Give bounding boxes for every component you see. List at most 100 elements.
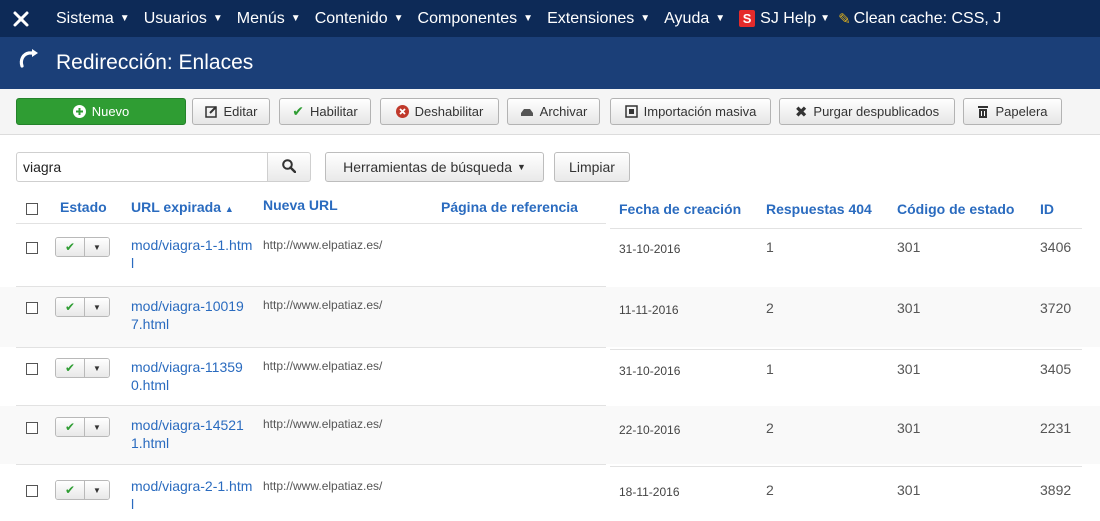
refresh-icon — [17, 48, 41, 79]
caret-down-icon[interactable]: ▼ — [85, 238, 109, 256]
import-icon — [624, 105, 638, 118]
caret-down-icon: ▼ — [516, 162, 526, 172]
hits-cell: 1 — [766, 239, 774, 255]
menu-extensiones[interactable]: Extensiones ▼ — [547, 10, 650, 28]
edit-icon — [204, 105, 218, 118]
disable-button[interactable]: Deshabilitar — [380, 98, 499, 125]
state-toggle[interactable]: ✔ ▼ — [55, 297, 110, 317]
header-expired-url[interactable]: URL expirada ▲ — [131, 199, 234, 215]
row-checkbox[interactable] — [26, 242, 38, 254]
header-created[interactable]: Fecha de creación — [619, 201, 741, 217]
new-url-cell: http://www.elpatiaz.es/ — [263, 298, 383, 312]
hits-cell: 2 — [766, 300, 774, 316]
menu-label: Extensiones — [547, 9, 635, 27]
row-checkbox[interactable] — [26, 363, 38, 375]
x-icon: ✖ — [794, 103, 808, 121]
row-checkbox[interactable] — [26, 302, 38, 314]
enable-button[interactable]: ✔ Habilitar — [279, 98, 371, 125]
caret-down-icon: ▼ — [640, 13, 651, 24]
state-toggle[interactable]: ✔ ▼ — [55, 358, 110, 378]
status-code-cell: 301 — [897, 300, 921, 316]
edit-label: Editar — [223, 104, 258, 119]
search-icon — [282, 158, 297, 176]
edit-button[interactable]: Editar — [192, 98, 270, 125]
clear-button[interactable]: Limpiar — [554, 152, 630, 182]
header-label: Código de estado — [897, 201, 1015, 217]
search-input[interactable] — [16, 152, 268, 182]
joomla-logo-icon[interactable] — [6, 0, 36, 37]
trash-button[interactable]: Papelera — [963, 98, 1062, 125]
menu-label: Sistema — [56, 9, 114, 27]
header-hits[interactable]: Respuestas 404 — [766, 201, 872, 217]
search-button[interactable] — [267, 152, 311, 182]
purge-button[interactable]: ✖ Purgar despublicados — [779, 98, 955, 125]
header-id[interactable]: ID — [1040, 201, 1054, 217]
row-checkbox[interactable] — [26, 422, 38, 434]
sort-asc-icon: ▲ — [224, 204, 234, 214]
new-button[interactable]: Nuevo — [16, 98, 186, 125]
new-url-cell: http://www.elpatiaz.es/ — [263, 417, 383, 431]
caret-down-icon: ▼ — [820, 13, 831, 24]
date-cell: 22-10-2016 — [619, 423, 681, 437]
state-toggle[interactable]: ✔ ▼ — [55, 237, 110, 257]
header-label: Nueva URL — [263, 197, 338, 213]
date-cell: 31-10-2016 — [619, 364, 681, 378]
sj-logo-icon: S — [739, 10, 756, 27]
status-code-cell: 301 — [897, 420, 921, 436]
new-url-cell: http://www.elpatiaz.es/ — [263, 479, 383, 493]
published-check-icon[interactable]: ✔ — [56, 359, 85, 377]
clean-cache-link[interactable]: ✎ Clean cache: CSS, J — [838, 10, 1001, 28]
select-all-checkbox[interactable] — [26, 203, 38, 215]
id-cell: 3406 — [1040, 239, 1072, 255]
caret-down-icon[interactable]: ▼ — [85, 359, 109, 377]
published-check-icon[interactable]: ✔ — [56, 238, 85, 256]
published-check-icon[interactable]: ✔ — [56, 481, 85, 499]
header-referer[interactable]: Página de referencia — [441, 199, 578, 215]
expired-url-link[interactable]: mod/viagra-145211.html — [131, 416, 253, 452]
search-tools-button[interactable]: Herramientas de búsqueda ▼ — [325, 152, 544, 182]
caret-down-icon: ▼ — [523, 13, 534, 24]
new-url-cell: http://www.elpatiaz.es/ — [263, 359, 383, 373]
header-label: Página de referencia — [441, 199, 578, 215]
trash-label: Papelera — [995, 104, 1048, 119]
page-header: Redirección: Enlaces — [0, 37, 1100, 89]
menu-label: SJ Help — [760, 9, 817, 27]
menu-componentes[interactable]: Componentes ▼ — [418, 10, 534, 28]
caret-down-icon[interactable]: ▼ — [85, 298, 109, 316]
check-icon: ✔ — [292, 103, 305, 119]
date-cell: 11-11-2016 — [619, 303, 679, 317]
row-checkbox[interactable] — [26, 485, 38, 497]
hits-cell: 1 — [766, 361, 774, 377]
expired-url-link[interactable]: mod/viagra-100197.html — [131, 297, 253, 333]
header-state[interactable]: Estado — [60, 199, 107, 215]
menu-ayuda[interactable]: Ayuda ▼ — [664, 10, 725, 28]
broom-icon: ✎ — [838, 10, 851, 28]
table-row: ✔ ▼ mod/viagra-100197.html http://www.el… — [0, 287, 1100, 347]
archive-button[interactable]: Archivar — [507, 98, 600, 125]
header-status-code[interactable]: Código de estado — [897, 201, 1014, 217]
expired-url-link[interactable]: mod/viagra-2-1.html — [131, 477, 253, 513]
header-label: URL expirada — [131, 199, 221, 215]
menu-sj-help[interactable]: S SJ Help ▼ — [739, 10, 830, 28]
expired-url-link[interactable]: mod/viagra-113590.html — [131, 358, 253, 394]
header-new-url[interactable]: Nueva URL — [263, 197, 338, 213]
table-row: ✔ ▼ mod/viagra-145211.html http://www.el… — [0, 406, 1100, 464]
state-toggle[interactable]: ✔ ▼ — [55, 480, 110, 500]
published-check-icon[interactable]: ✔ — [56, 298, 85, 316]
top-navbar: Sistema ▼ Usuarios ▼ Menús ▼ Contenido ▼ Com… — [0, 0, 1100, 37]
published-check-icon[interactable]: ✔ — [56, 418, 85, 436]
expired-url-link[interactable]: mod/viagra-1-1.html — [131, 236, 253, 272]
caret-down-icon[interactable]: ▼ — [85, 481, 109, 499]
table-row: ✔ ▼ mod/viagra-1-1.html http://www.elpat… — [0, 224, 1100, 286]
state-toggle[interactable]: ✔ ▼ — [55, 417, 110, 437]
header-label: Estado — [60, 199, 107, 215]
caret-down-icon[interactable]: ▼ — [85, 418, 109, 436]
menu-usuarios[interactable]: Usuarios ▼ — [144, 10, 223, 28]
menu-sistema[interactable]: Sistema ▼ — [56, 10, 130, 28]
clean-cache-label: Clean cache: CSS, J — [853, 9, 1002, 27]
date-cell: 31-10-2016 — [619, 242, 681, 256]
caret-down-icon: ▼ — [290, 13, 301, 24]
menu-contenido[interactable]: Contenido ▼ — [315, 10, 404, 28]
menu-menus[interactable]: Menús ▼ — [237, 10, 301, 28]
bulk-import-button[interactable]: Importación masiva — [610, 98, 771, 125]
